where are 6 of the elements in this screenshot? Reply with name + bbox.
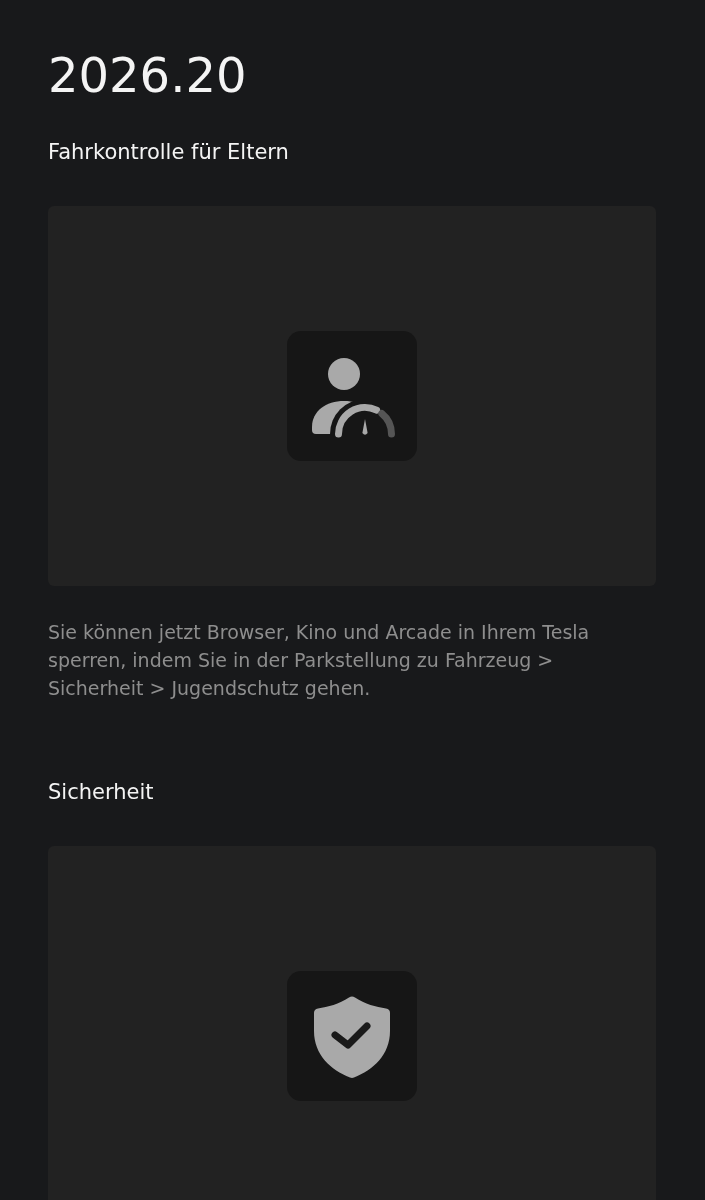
section-heading: Fahrkontrolle für Eltern (48, 140, 290, 164)
description-text: Sie können jetzt Browser, Kino und Arcade in Ihrem Tesla sperren, indem Sie in der Parkstellung zu Fahrzeug > Sicherheit > Jugendschutz gehen. (48, 620, 591, 701)
person-gauge-icon (287, 331, 417, 461)
shield-check-icon (287, 971, 417, 1101)
section-heading: Sicherheit (48, 780, 155, 804)
version-title: 2026.20 (48, 51, 248, 99)
